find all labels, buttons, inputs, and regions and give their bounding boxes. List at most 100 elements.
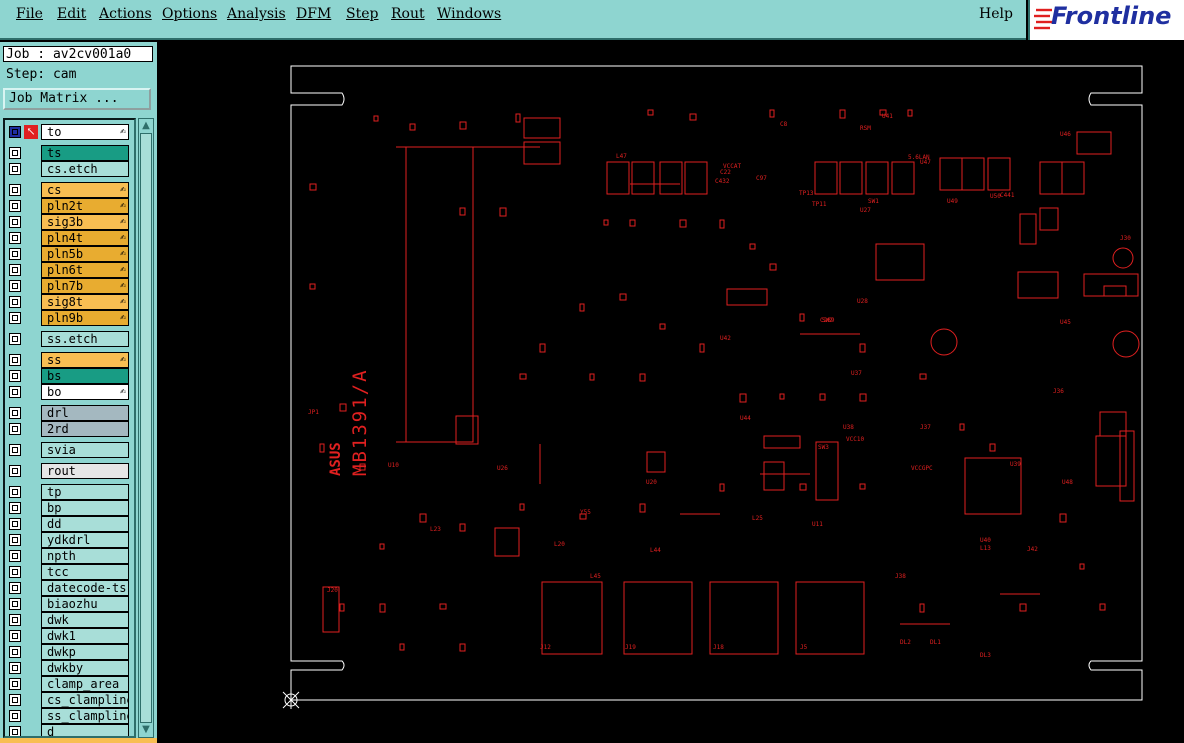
layer-visibility-checkbox[interactable] — [9, 486, 21, 498]
layer-row[interactable]: 2rd — [7, 421, 129, 437]
layer-name[interactable]: npth — [41, 548, 129, 564]
scroll-down-arrow-icon[interactable]: ▼ — [140, 724, 152, 736]
layer-name[interactable]: tp — [41, 484, 129, 500]
layer-name[interactable]: pln9b ✍ — [41, 310, 129, 326]
layer-name[interactable]: svia — [41, 442, 129, 458]
layer-row[interactable]: dd — [7, 516, 129, 532]
layer-row[interactable]: ss ✍ — [7, 352, 129, 368]
layer-visibility-checkbox[interactable] — [9, 630, 21, 642]
layer-visibility-checkbox[interactable] — [9, 147, 21, 159]
layer-name[interactable]: pln2t ✍ — [41, 198, 129, 214]
layer-list-scrollbar[interactable]: ▲ ▼ — [138, 118, 154, 738]
layer-row[interactable]: sig8t ✍ — [7, 294, 129, 310]
layer-row[interactable]: sig3b ✍ — [7, 214, 129, 230]
layer-name[interactable]: pln6t ✍ — [41, 262, 129, 278]
layer-name[interactable]: rout — [41, 463, 129, 479]
layer-visibility-checkbox[interactable] — [9, 550, 21, 562]
layer-row[interactable]: dwkp — [7, 644, 129, 660]
layer-row[interactable]: tp — [7, 484, 129, 500]
layer-row[interactable]: datecode-ts — [7, 580, 129, 596]
layer-visibility-checkbox[interactable] — [9, 710, 21, 722]
layer-name[interactable]: to ✍ — [41, 124, 129, 140]
layer-name[interactable]: cs_clampline — [41, 692, 129, 708]
menu-analysis[interactable]: Analysis — [227, 6, 286, 22]
layer-name[interactable]: bo ✍ — [41, 384, 129, 400]
layer-name[interactable]: dwk1 — [41, 628, 129, 644]
pcb-view[interactable]: J20 J19 J18 J5 J12 J42 J38 J37 J36 J30 JP1 DL1 DL2 DL… — [160, 44, 1184, 743]
layer-name[interactable]: tcc — [41, 564, 129, 580]
layer-visibility-checkbox[interactable] — [9, 126, 21, 138]
layer-name[interactable]: biaozhu — [41, 596, 129, 612]
layer-visibility-checkbox[interactable] — [9, 296, 21, 308]
layer-row[interactable]: ss.etch — [7, 331, 129, 347]
scroll-thumb[interactable] — [140, 133, 152, 723]
layer-name[interactable]: ss.etch — [41, 331, 129, 347]
layer-row[interactable]: rout — [7, 463, 129, 479]
layer-name[interactable]: pln4t ✍ — [41, 230, 129, 246]
layer-row[interactable]: cs_clampline — [7, 692, 129, 708]
layer-row[interactable]: pln6t ✍ — [7, 262, 129, 278]
layer-name[interactable]: dwkp — [41, 644, 129, 660]
layer-row[interactable]: svia — [7, 442, 129, 458]
layer-row[interactable]: dwk — [7, 612, 129, 628]
layer-row[interactable]: bo ✍ — [7, 384, 129, 400]
layer-visibility-checkbox[interactable] — [9, 423, 21, 435]
menu-step[interactable]: Step — [346, 6, 378, 22]
layer-visibility-checkbox[interactable] — [9, 502, 21, 514]
menu-rout[interactable]: Rout — [391, 6, 425, 22]
layer-visibility-checkbox[interactable] — [9, 232, 21, 244]
layer-name[interactable]: ss ✍ — [41, 352, 129, 368]
layer-visibility-checkbox[interactable] — [9, 614, 21, 626]
layer-row[interactable]: drl — [7, 405, 129, 421]
layer-row[interactable]: clamp_area — [7, 676, 129, 692]
layer-name[interactable]: 2rd — [41, 421, 129, 437]
layer-row[interactable]: pln2t ✍ — [7, 198, 129, 214]
menu-actions[interactable]: Actions — [99, 6, 152, 22]
layer-name[interactable]: cs.etch — [41, 161, 129, 177]
graphics-canvas[interactable]: J20 J19 J18 J5 J12 J42 J38 J37 J36 J30 JP1 DL1 DL2 DL… — [160, 44, 1184, 743]
layer-visibility-checkbox[interactable] — [9, 248, 21, 260]
layer-row[interactable]: bs — [7, 368, 129, 384]
layer-row[interactable]: ts — [7, 145, 129, 161]
layer-row[interactable]: d — [7, 724, 129, 736]
layer-visibility-checkbox[interactable] — [9, 163, 21, 175]
layer-visibility-checkbox[interactable] — [9, 333, 21, 345]
layer-visibility-checkbox[interactable] — [9, 444, 21, 456]
layer-name[interactable]: d — [41, 724, 129, 736]
layer-visibility-checkbox[interactable] — [9, 678, 21, 690]
layer-visibility-checkbox[interactable] — [9, 534, 21, 546]
layer-name[interactable]: cs ✍ — [41, 182, 129, 198]
layer-visibility-checkbox[interactable] — [9, 566, 21, 578]
layer-name[interactable]: sig8t ✍ — [41, 294, 129, 310]
layer-row[interactable]: cs ✍ — [7, 182, 129, 198]
layer-name[interactable]: datecode-ts — [41, 580, 129, 596]
layer-row[interactable]: ss_clampline — [7, 708, 129, 724]
layer-visibility-checkbox[interactable] — [9, 407, 21, 419]
layer-row[interactable]: dwkby — [7, 660, 129, 676]
layer-visibility-checkbox[interactable] — [9, 465, 21, 477]
layer-row[interactable]: ↖ to ✍ — [7, 124, 129, 140]
scroll-up-arrow-icon[interactable]: ▲ — [140, 120, 152, 132]
layer-visibility-checkbox[interactable] — [9, 280, 21, 292]
layer-visibility-checkbox[interactable] — [9, 726, 21, 736]
layer-row[interactable]: ydkdrl — [7, 532, 129, 548]
layer-visibility-checkbox[interactable] — [9, 370, 21, 382]
menu-options[interactable]: Options — [162, 6, 217, 22]
layer-row[interactable]: pln7b ✍ — [7, 278, 129, 294]
layer-row[interactable]: pln9b ✍ — [7, 310, 129, 326]
layer-visibility-checkbox[interactable] — [9, 518, 21, 530]
layer-name[interactable]: bp — [41, 500, 129, 516]
layer-visibility-checkbox[interactable] — [9, 200, 21, 212]
layer-visibility-checkbox[interactable] — [9, 216, 21, 228]
menu-dfm[interactable]: DFM — [296, 6, 331, 22]
layer-row[interactable]: pln4t ✍ — [7, 230, 129, 246]
menu-edit[interactable]: Edit — [57, 6, 86, 22]
layer-visibility-checkbox[interactable] — [9, 662, 21, 674]
layer-name[interactable]: ydkdrl — [41, 532, 129, 548]
menu-windows[interactable]: Windows — [437, 6, 501, 22]
layer-visibility-checkbox[interactable] — [9, 184, 21, 196]
layer-name[interactable]: pln7b ✍ — [41, 278, 129, 294]
layer-name[interactable]: clamp_area — [41, 676, 129, 692]
layer-name[interactable]: ts — [41, 145, 129, 161]
layer-name[interactable]: drl — [41, 405, 129, 421]
